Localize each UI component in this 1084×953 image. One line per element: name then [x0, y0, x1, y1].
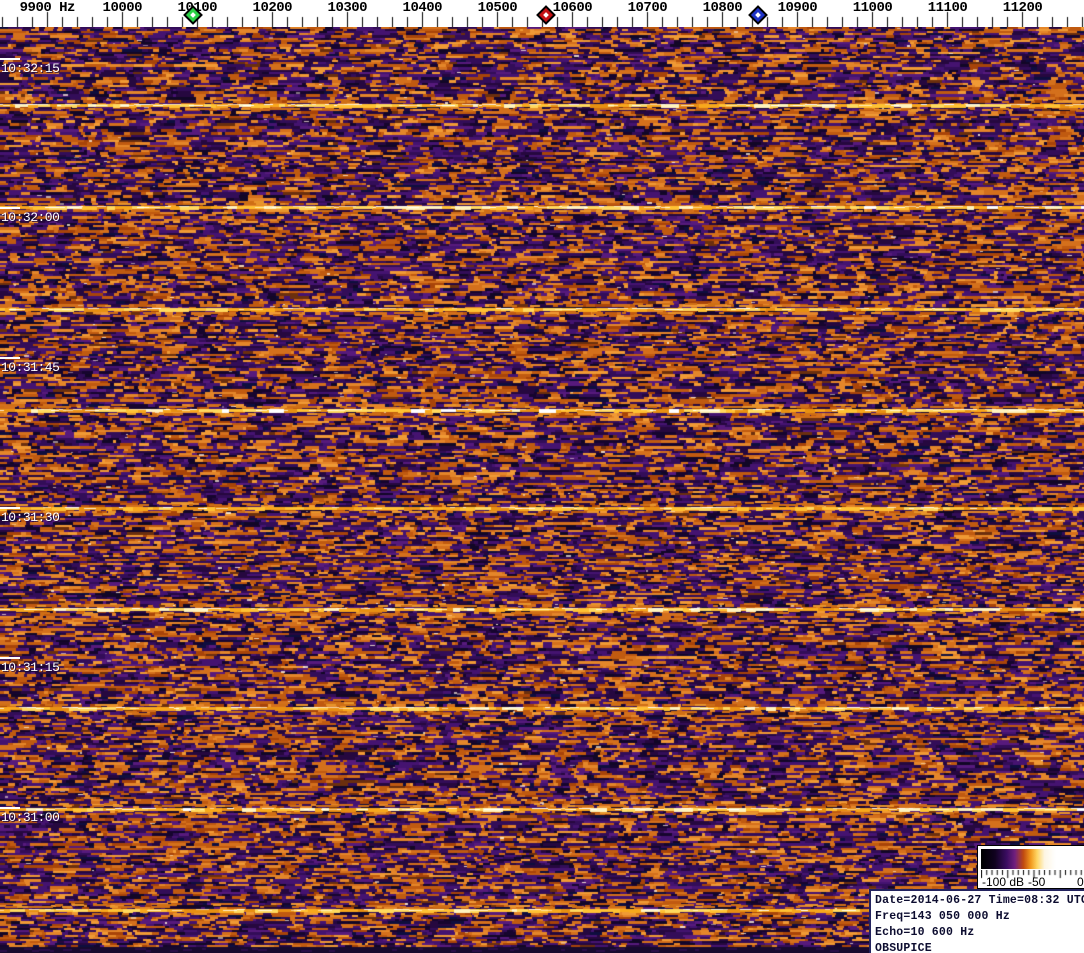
time-tick-mark: [0, 207, 20, 209]
legend-mid-label: -50: [1028, 875, 1046, 889]
freq-tick-label: 10900: [777, 0, 818, 16]
legend-min-label: -100 dB: [982, 875, 1025, 889]
time-label: 10:32:00: [1, 210, 60, 225]
spectrogram-canvas: [0, 27, 1084, 953]
time-label: 10:31:45: [1, 360, 60, 375]
freq-tick-label: 10000: [102, 0, 143, 16]
time-tick-mark: [0, 58, 20, 60]
time-tick-mark: [0, 657, 20, 659]
frequency-ruler: 9900 Hz 10000 10100 10200 10300 10400 10500 106…: [0, 0, 1084, 27]
time-label: 10:31:30: [1, 510, 60, 525]
freq-tick-label: 10400: [402, 0, 443, 16]
info-echo-line: Echo=10 600 Hz: [875, 926, 975, 939]
intensity-legend: -100 dB -50 0: [977, 845, 1084, 889]
time-label: 10:31:15: [1, 660, 60, 675]
freq-tick-label: 10500: [477, 0, 518, 16]
freq-tick-label: 11000: [852, 0, 893, 16]
freq-tick-label: 9900 Hz: [19, 0, 76, 16]
time-tick-mark: [0, 807, 20, 809]
freq-tick-label: 11100: [927, 0, 968, 16]
freq-tick-label: 10200: [252, 0, 293, 16]
info-frequency-line: Freq=143 050 000 Hz: [875, 910, 1010, 923]
time-label: 10:31:00: [1, 810, 60, 825]
freq-tick-label: 11200: [1002, 0, 1043, 16]
time-tick-mark: [0, 357, 20, 359]
freq-tick-label: 10800: [702, 0, 743, 16]
info-date-time-line: Date=2014-06-27 Time=08:32 UTC: [875, 894, 1084, 907]
freq-tick-label: 10700: [627, 0, 668, 16]
time-tick-mark: [0, 507, 20, 509]
spectrogram-app: 9900 Hz 10000 10100 10200 10300 10400 10500 106…: [0, 0, 1084, 953]
info-station-line: OBSUPICE: [875, 942, 932, 953]
legend-max-label: 0: [1077, 875, 1084, 889]
observation-info-box: Date=2014-06-27 Time=08:32 UTC Freq=143 …: [869, 889, 1084, 953]
time-label: 10:32:15: [1, 61, 60, 76]
legend-gradient-bar: [981, 849, 1084, 869]
freq-tick-label: 10600: [552, 0, 593, 16]
freq-tick-label: 10300: [327, 0, 368, 16]
